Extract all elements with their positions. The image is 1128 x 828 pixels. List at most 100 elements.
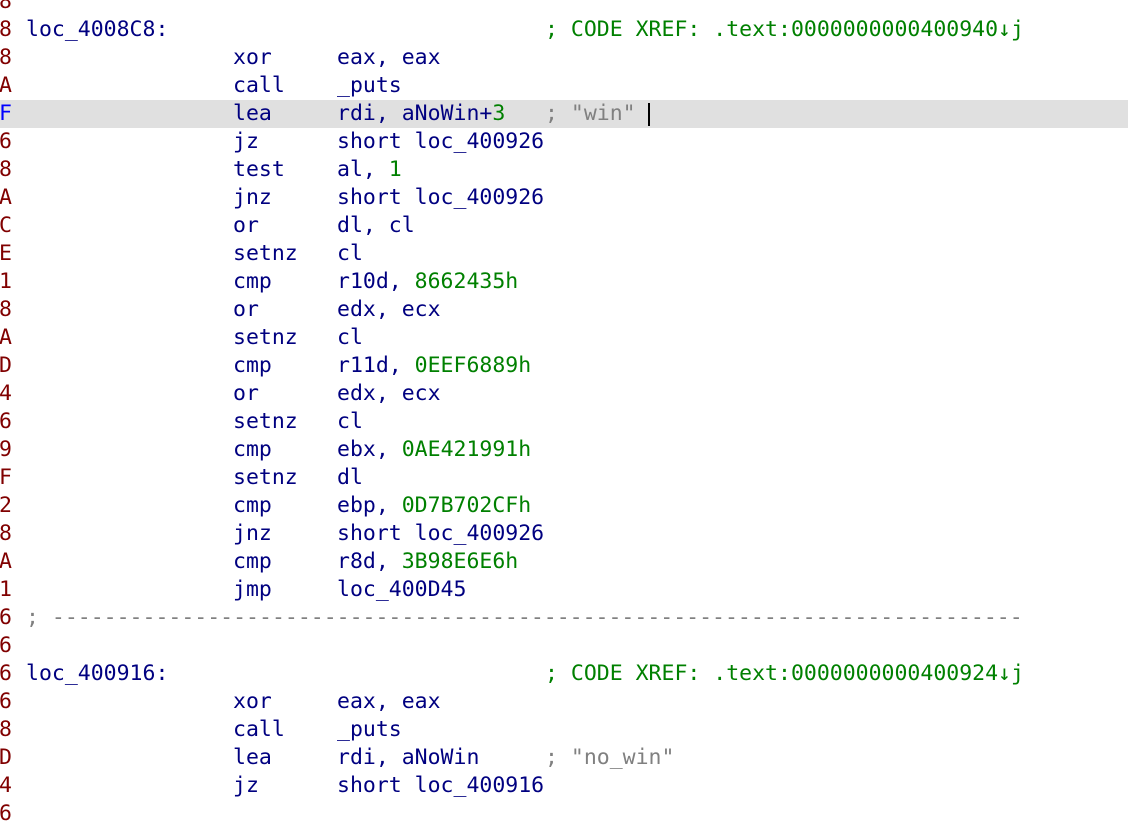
operand-number[interactable]: 0EEF6889h (415, 353, 532, 378)
operands[interactable]: rdi, aNoWin+3 (337, 100, 505, 128)
mnemonic[interactable]: lea (233, 100, 272, 128)
operand-text[interactable]: eax, eax (337, 689, 441, 714)
operands[interactable]: eax, eax (337, 688, 441, 716)
instruction-line[interactable]: Dlea rdi, aNoWin ; "no_win" (0, 744, 1128, 772)
operands[interactable]: ebx, 0AE421991h (337, 436, 531, 464)
instruction-line[interactable]: 6 jz short loc_400926 (0, 128, 1128, 156)
label-line[interactable]: 8 loc_4008C8: ; CODE XREF: .text:000000000… (0, 16, 1128, 44)
blank-line[interactable]: 6 (0, 632, 1128, 660)
instruction-line[interactable]: 1 cmp r10d, 8662435h (0, 268, 1128, 296)
instruction-line[interactable]: Fsetnz dl (0, 464, 1128, 492)
xref-comment[interactable]: ; CODE XREF: .text:0000000000400924↓j (545, 660, 1024, 688)
mnemonic[interactable]: lea (233, 744, 272, 772)
blank-line[interactable]: 8 (0, 0, 1128, 16)
mnemonic[interactable]: cmp (233, 352, 272, 380)
instruction-line[interactable]: 6 setnz cl (0, 408, 1128, 436)
instruction-line[interactable]: 4 or edx, ecx (0, 380, 1128, 408)
operand-number[interactable]: 8662435h (415, 269, 519, 294)
mnemonic[interactable]: jmp (233, 576, 272, 604)
mnemonic[interactable]: cmp (233, 548, 272, 576)
operand-text[interactable]: eax, eax (337, 45, 441, 70)
operands[interactable]: _puts (337, 72, 402, 100)
operands[interactable]: dl, cl (337, 212, 415, 240)
instruction-line[interactable]: 8 or edx, ecx (0, 296, 1128, 324)
mnemonic[interactable]: cmp (233, 268, 272, 296)
mnemonic[interactable]: call (233, 716, 285, 744)
instruction-line[interactable]: Acall _puts (0, 72, 1128, 100)
operand-text[interactable]: short loc_400916 (337, 773, 544, 798)
operand-number[interactable]: 0D7B702CFh (402, 493, 531, 518)
label-line[interactable]: 6 loc_400916: ; CODE XREF: .text:000000000… (0, 660, 1128, 688)
operand-text[interactable]: cl (337, 409, 363, 434)
instruction-line[interactable]: Esetnz cl (0, 240, 1128, 268)
xref-comment[interactable]: ; CODE XREF: .text:0000000000400940↓j (545, 16, 1024, 44)
operand-text[interactable]: short loc_400926 (337, 185, 544, 210)
operand-text[interactable]: r11d, (337, 353, 415, 378)
operand-text[interactable]: rdi, aNoWin (337, 745, 479, 770)
operand-text[interactable]: r8d, (337, 549, 402, 574)
operand-text[interactable]: short loc_400926 (337, 129, 544, 154)
operand-text[interactable]: cl (337, 241, 363, 266)
mnemonic[interactable]: or (233, 212, 259, 240)
operands[interactable]: short loc_400916 (337, 772, 544, 800)
instruction-line[interactable]: Dcmp r11d, 0EEF6889h (0, 352, 1128, 380)
operand-text[interactable]: cl (337, 325, 363, 350)
operands[interactable]: r10d, 8662435h (337, 268, 518, 296)
operands[interactable]: short loc_400926 (337, 128, 544, 156)
mnemonic[interactable]: jz (233, 128, 259, 156)
current-line[interactable]: Flea rdi, aNoWin+3 ; "win" (0, 100, 1128, 128)
mnemonic[interactable]: or (233, 296, 259, 324)
operands[interactable]: cl (337, 324, 363, 352)
operands[interactable]: short loc_400926 (337, 184, 544, 212)
instruction-line[interactable]: Acmp r8d, 3B98E6E6h (0, 548, 1128, 576)
operands[interactable]: short loc_400926 (337, 520, 544, 548)
operand-text[interactable]: short loc_400926 (337, 521, 544, 546)
instruction-line[interactable]: 8 xor eax, eax (0, 44, 1128, 72)
mnemonic[interactable]: setnz (233, 464, 298, 492)
disassembly-view[interactable]: 8 8 loc_4008C8: ; CODE XREF: .text:00000000… (0, 0, 1128, 828)
instruction-line[interactable]: 8 test al, 1 (0, 156, 1128, 184)
instruction-line[interactable]: 1 jmp loc_400D45 (0, 576, 1128, 604)
operand-text[interactable]: _puts (337, 717, 402, 742)
operands[interactable]: loc_400D45 (337, 576, 466, 604)
mnemonic[interactable]: cmp (233, 492, 272, 520)
instruction-line[interactable]: Ajnz short loc_400926 (0, 184, 1128, 212)
instruction-line[interactable]: 6 xor eax, eax (0, 688, 1128, 716)
operand-text[interactable]: ebp, (337, 493, 402, 518)
mnemonic[interactable]: call (233, 72, 285, 100)
instruction-line[interactable]: 4 jz short loc_400916 (0, 772, 1128, 800)
operands[interactable]: rdi, aNoWin (337, 744, 479, 772)
operand-text[interactable]: rdi, aNoWin+ (337, 101, 492, 126)
operands[interactable]: dl (337, 464, 363, 492)
instruction-line[interactable]: 8 call _puts (0, 716, 1128, 744)
operand-text[interactable]: edx, ecx (337, 381, 441, 406)
operand-number[interactable]: 1 (389, 157, 402, 182)
operand-text[interactable]: _puts (337, 73, 402, 98)
operand-text[interactable]: edx, ecx (337, 297, 441, 322)
operand-text[interactable]: dl (337, 465, 363, 490)
operands[interactable]: r11d, 0EEF6889h (337, 352, 531, 380)
operand-number[interactable]: 3 (492, 101, 505, 126)
operands[interactable]: _puts (337, 716, 402, 744)
mnemonic[interactable]: setnz (233, 240, 298, 268)
mnemonic[interactable]: test (233, 156, 285, 184)
instruction-line[interactable]: 9 cmp ebx, 0AE421991h (0, 436, 1128, 464)
operands[interactable]: r8d, 3B98E6E6h (337, 548, 518, 576)
operand-text[interactable]: al, (337, 157, 389, 182)
operand-text[interactable]: ebx, (337, 437, 402, 462)
operand-text[interactable]: dl, cl (337, 213, 415, 238)
operands[interactable]: cl (337, 240, 363, 268)
mnemonic[interactable]: setnz (233, 408, 298, 436)
mnemonic[interactable]: jnz (233, 184, 272, 212)
mnemonic[interactable]: xor (233, 44, 272, 72)
mnemonic[interactable]: xor (233, 688, 272, 716)
operand-text[interactable]: r10d, (337, 269, 415, 294)
code-label[interactable]: loc_4008C8: (26, 16, 168, 44)
instruction-line[interactable]: Cor dl, cl (0, 212, 1128, 240)
operands[interactable]: edx, ecx (337, 380, 441, 408)
instruction-line[interactable]: Asetnz cl (0, 324, 1128, 352)
mnemonic[interactable]: cmp (233, 436, 272, 464)
separator-line[interactable]: 6 ; -------------------------------------… (0, 604, 1128, 632)
operands[interactable]: cl (337, 408, 363, 436)
operands[interactable]: eax, eax (337, 44, 441, 72)
